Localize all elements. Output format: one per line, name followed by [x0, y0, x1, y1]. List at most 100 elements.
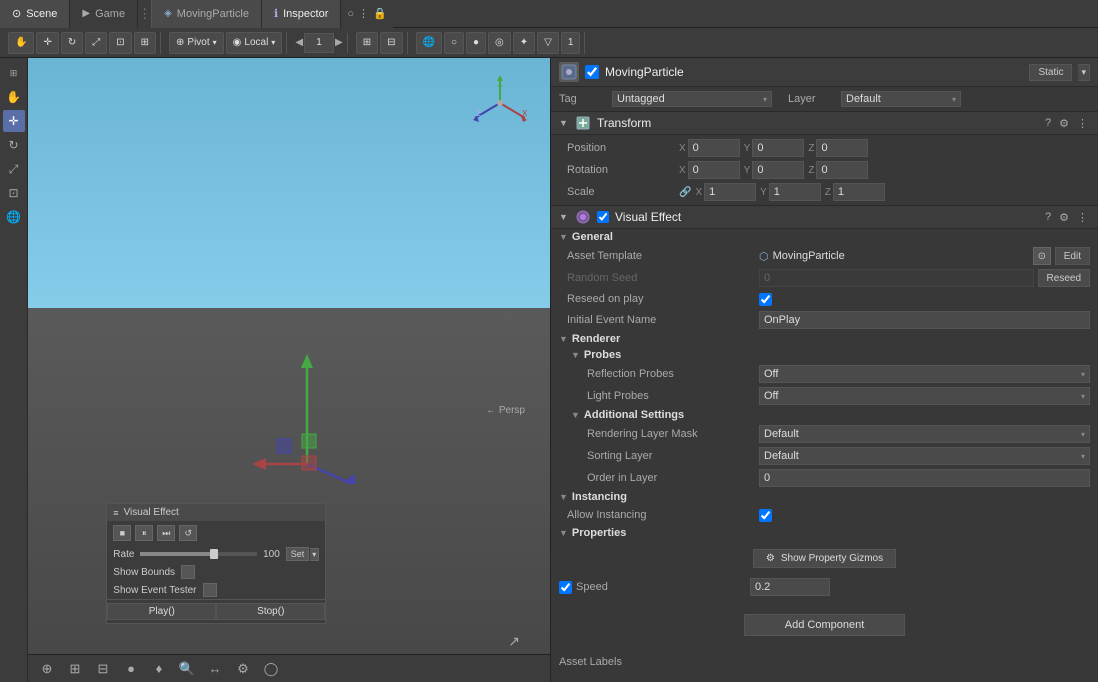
num-btn[interactable]: 1 [561, 32, 581, 54]
scale-x-input[interactable] [704, 183, 756, 201]
show-event-checkbox[interactable] [203, 583, 217, 597]
ve-settings-btn[interactable]: ⚙ [1057, 211, 1071, 224]
frame-prev-btn[interactable]: ◀ [295, 37, 303, 48]
left-move-btn[interactable]: ✛ [3, 110, 25, 132]
rate-slider[interactable] [140, 552, 257, 556]
more-icon[interactable]: ⋮ [358, 7, 369, 20]
ve-enabled-checkbox[interactable] [597, 211, 609, 223]
hand-tool[interactable]: ✋ [8, 32, 34, 54]
pivot-btn[interactable]: ⊕ Pivot ▾ [169, 32, 224, 54]
fx-btn[interactable]: ✦ [513, 32, 535, 54]
ve-menu-btn[interactable]: ⋮ [1075, 211, 1090, 224]
allow-instancing-checkbox[interactable] [759, 509, 772, 522]
add-component-btn[interactable]: Add Component [744, 614, 906, 636]
rotate-tool[interactable]: ↻ [61, 32, 83, 54]
bottom-tool-3[interactable]: ⊟ [92, 658, 114, 680]
left-rotate-btn[interactable]: ↻ [3, 134, 25, 156]
frame-input[interactable] [304, 33, 334, 53]
transform-component-header[interactable]: ▼ Transform ? ⚙ ⋮ [551, 111, 1098, 135]
speed-input[interactable] [750, 578, 830, 596]
local-btn[interactable]: ◉ Local ▾ [226, 32, 283, 54]
probes-collapse-icon[interactable]: ▼ [571, 350, 580, 360]
renderer-collapse-icon[interactable]: ▼ [559, 334, 568, 344]
reseed-btn[interactable]: Reseed [1038, 269, 1090, 287]
static-dropdown-btn[interactable]: ▾ [1078, 64, 1090, 81]
obj-enabled-checkbox[interactable] [585, 65, 599, 79]
bottom-tool-4[interactable]: ● [120, 658, 142, 680]
vfx-pause-btn[interactable]: ⏸ [135, 525, 153, 541]
play-btn[interactable]: Play() [107, 603, 216, 620]
transform-settings-btn[interactable]: ⚙ [1057, 117, 1071, 130]
ve-help-btn[interactable]: ? [1043, 211, 1053, 224]
bottom-tool-1[interactable]: ⊕ [36, 658, 58, 680]
scene-menu-icon[interactable]: ⋮ [138, 6, 151, 22]
position-x-input[interactable] [688, 139, 740, 157]
bottom-search-btn[interactable]: 🔍 [176, 658, 198, 680]
show-bounds-checkbox[interactable] [181, 565, 195, 579]
speed-checkbox[interactable] [559, 581, 572, 594]
visual-effect-component-header[interactable]: ▼ Visual Effect ? ⚙ ⋮ [551, 205, 1098, 229]
set-btn[interactable]: Set [286, 547, 310, 561]
vfx-restart-btn[interactable]: ↺ [179, 525, 197, 541]
position-y-input[interactable] [752, 139, 804, 157]
grid2-btn[interactable]: ⊟ [380, 32, 402, 54]
grid-btn[interactable]: ⊞ [356, 32, 378, 54]
bottom-tool-5[interactable]: ♦ [148, 658, 170, 680]
bottom-tool-9[interactable]: ◯ [260, 658, 282, 680]
set-dropdown-btn[interactable]: ▾ [310, 548, 319, 561]
sorting-layer-dropdown[interactable]: Default ▾ [759, 447, 1090, 465]
left-globe-btn[interactable]: 🌐 [3, 206, 25, 228]
asset-pick-btn[interactable]: ⊙ [1033, 247, 1051, 265]
ring-btn[interactable]: ◎ [488, 32, 511, 54]
scale-z-input[interactable] [833, 183, 885, 201]
tag-dropdown[interactable]: Untagged ▾ [612, 91, 772, 107]
circle-btn[interactable]: ○ [444, 32, 464, 54]
left-tool-1[interactable]: ⊞ [3, 62, 25, 84]
tri-btn[interactable]: ▽ [537, 32, 559, 54]
asset-edit-btn[interactable]: Edit [1055, 247, 1090, 265]
rect-tool[interactable]: ⊡ [109, 32, 131, 54]
reflection-probes-dropdown[interactable]: Off ▾ [759, 365, 1090, 383]
random-seed-input[interactable] [759, 269, 1034, 287]
general-collapse-icon[interactable]: ▼ [559, 232, 568, 242]
vfx-step-btn[interactable]: ⏭ [157, 525, 175, 541]
transform-tool[interactable]: ⊞ [134, 32, 156, 54]
bottom-tool-8[interactable]: ⚙ [232, 658, 254, 680]
scale-tool[interactable]: ⤢ [85, 32, 107, 54]
stop-btn[interactable]: Stop() [216, 603, 325, 620]
instancing-collapse-icon[interactable]: ▼ [559, 492, 568, 502]
scene-viewport[interactable]: ← Persp Y X Z [28, 58, 550, 654]
rotation-z-input[interactable] [816, 161, 868, 179]
transform-menu-btn[interactable]: ⋮ [1075, 117, 1090, 130]
left-scale-btn[interactable]: ⤢ [3, 158, 25, 180]
scale-y-input[interactable] [769, 183, 821, 201]
sphere-btn[interactable]: ● [466, 32, 486, 54]
rotation-y-input[interactable] [752, 161, 804, 179]
search-top-icon[interactable]: ○ [347, 8, 354, 20]
tab-scene[interactable]: ⊙ Scene [0, 0, 70, 28]
properties-collapse-icon[interactable]: ▼ [559, 528, 568, 538]
show-gizmos-btn[interactable]: ⚙ Show Property Gizmos [753, 549, 896, 568]
lock-top-icon[interactable]: 🔒 [373, 7, 387, 20]
tab-moving-particle[interactable]: ◈ MovingParticle [151, 0, 262, 28]
globe-btn[interactable]: 🌐 [416, 32, 442, 54]
rotation-x-input[interactable] [688, 161, 740, 179]
initial-event-input[interactable] [759, 311, 1090, 329]
order-in-layer-input[interactable] [759, 469, 1090, 487]
additional-collapse-icon[interactable]: ▼ [571, 410, 580, 420]
layer-dropdown[interactable]: Default ▾ [841, 91, 961, 107]
scale-lock-icon[interactable]: 🔗 [679, 187, 691, 198]
tab-inspector[interactable]: ℹ Inspector [262, 0, 341, 28]
transform-help-btn[interactable]: ? [1043, 117, 1053, 130]
left-hand-btn[interactable]: ✋ [3, 86, 25, 108]
rendering-layer-dropdown[interactable]: Default ▾ [759, 425, 1090, 443]
move-tool[interactable]: ✛ [36, 32, 58, 54]
vfx-stop-btn[interactable]: ■ [113, 525, 131, 541]
light-probes-dropdown[interactable]: Off ▾ [759, 387, 1090, 405]
frame-next-btn[interactable]: ▶ [335, 37, 343, 48]
left-rect-btn[interactable]: ⊡ [3, 182, 25, 204]
bottom-tool-7[interactable]: ↔ [204, 658, 226, 680]
reseed-on-play-checkbox[interactable] [759, 293, 772, 306]
bottom-tool-2[interactable]: ⊞ [64, 658, 86, 680]
static-btn[interactable]: Static [1029, 64, 1072, 81]
